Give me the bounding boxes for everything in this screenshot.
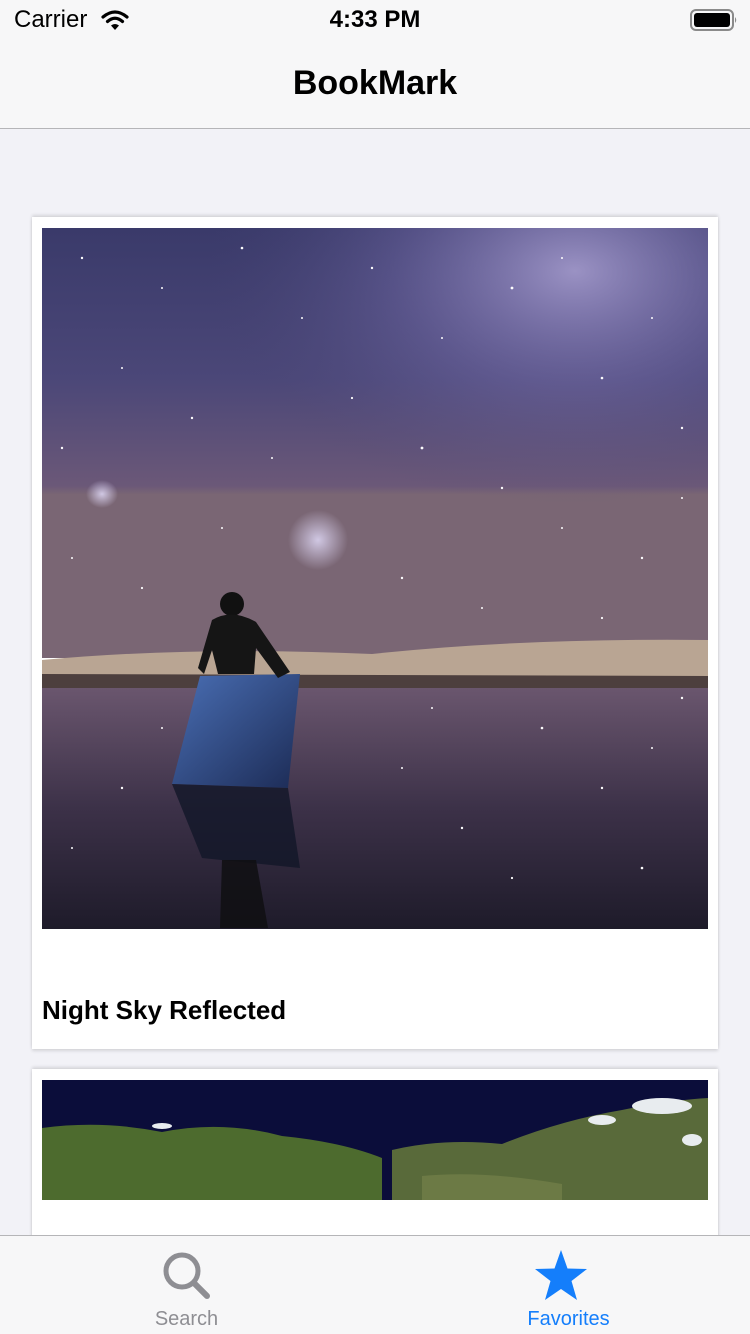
page-title: BookMark bbox=[292, 64, 458, 102]
tab-search[interactable]: Search bbox=[0, 1236, 375, 1334]
search-icon bbox=[163, 1252, 210, 1299]
favorites-list[interactable]: Night Sky Reflected bbox=[0, 129, 750, 1235]
star-icon bbox=[535, 1250, 587, 1300]
status-time: 4:33 PM bbox=[329, 6, 421, 33]
bookmark-card[interactable] bbox=[32, 1069, 718, 1235]
tab-bar: Search Favorites bbox=[0, 1235, 750, 1334]
screen: Carrier 4:33 PM BookMark Night Sky Refle… bbox=[0, 0, 750, 1334]
bookmark-title: Night Sky Reflected bbox=[42, 995, 287, 1025]
earth-satellite-photo bbox=[42, 1080, 708, 1200]
night-sky-mirror-photo bbox=[42, 228, 708, 929]
tab-search-label: Search bbox=[154, 1308, 219, 1330]
navigation-bar: BookMark bbox=[0, 40, 750, 129]
battery-full-icon bbox=[690, 9, 737, 31]
tab-favorites[interactable]: Favorites bbox=[375, 1236, 750, 1334]
status-bar: Carrier 4:33 PM bbox=[0, 0, 750, 40]
bookmark-card[interactable]: Night Sky Reflected bbox=[32, 217, 718, 1049]
tab-favorites-label: Favorites bbox=[527, 1308, 610, 1330]
